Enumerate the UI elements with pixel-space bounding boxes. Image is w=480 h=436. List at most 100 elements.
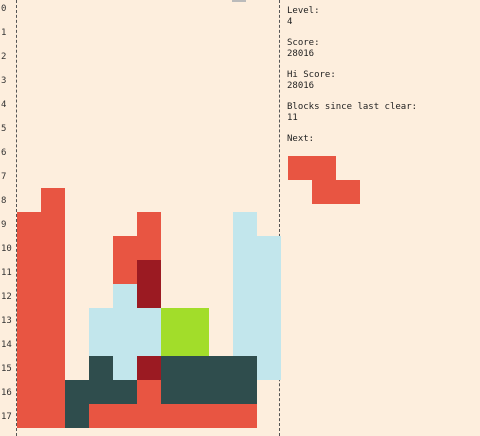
block-green bbox=[161, 332, 185, 356]
row-number: 16 bbox=[1, 388, 12, 398]
row-number: 1 bbox=[1, 28, 7, 38]
block-red bbox=[41, 380, 65, 404]
block-darkslate bbox=[89, 380, 113, 404]
block-darkslate bbox=[209, 356, 233, 380]
next-block: Next: bbox=[287, 134, 477, 145]
next-piece-preview bbox=[288, 156, 368, 212]
score-label: Score: bbox=[287, 38, 320, 48]
row-number: 17 bbox=[1, 412, 12, 422]
row-number: 3 bbox=[1, 76, 7, 86]
row-number: 8 bbox=[1, 196, 7, 206]
block-red bbox=[137, 380, 161, 404]
block-red bbox=[41, 308, 65, 332]
block-red bbox=[89, 404, 113, 428]
block-red bbox=[185, 404, 209, 428]
block-red bbox=[137, 236, 161, 260]
block-darkred bbox=[137, 356, 161, 380]
block-red bbox=[41, 284, 65, 308]
block-red bbox=[17, 260, 41, 284]
block-green bbox=[185, 308, 209, 332]
block-darkslate bbox=[233, 356, 257, 380]
block-red bbox=[161, 404, 185, 428]
block-lightblue bbox=[113, 308, 137, 332]
block-lightblue bbox=[113, 356, 137, 380]
block-lightblue bbox=[257, 308, 281, 332]
block-red bbox=[17, 308, 41, 332]
row-number: 0 bbox=[1, 4, 7, 14]
block-darkslate bbox=[185, 380, 209, 404]
block-darkslate bbox=[185, 356, 209, 380]
row-number: 14 bbox=[1, 340, 12, 350]
block-green bbox=[161, 308, 185, 332]
block-red bbox=[17, 380, 41, 404]
block-darkred bbox=[137, 260, 161, 284]
block-red bbox=[17, 284, 41, 308]
block-darkslate bbox=[65, 380, 89, 404]
block-lightblue bbox=[257, 356, 281, 380]
block-green bbox=[185, 332, 209, 356]
block-darkred bbox=[137, 284, 161, 308]
row-number: 6 bbox=[1, 148, 7, 158]
block-lightblue bbox=[257, 260, 281, 284]
block-red bbox=[41, 332, 65, 356]
row-number: 10 bbox=[1, 244, 12, 254]
row-number: 12 bbox=[1, 292, 12, 302]
block-red bbox=[41, 404, 65, 428]
block-darkslate bbox=[161, 356, 185, 380]
row-number: 9 bbox=[1, 220, 7, 230]
score-block: Score: 28016 bbox=[287, 38, 477, 60]
block-darkslate bbox=[161, 380, 185, 404]
block-lightblue bbox=[137, 332, 161, 356]
block-lightblue bbox=[233, 308, 257, 332]
block-darkslate bbox=[89, 356, 113, 380]
hiscore-label: Hi Score: bbox=[287, 70, 336, 80]
hiscore-value: 28016 bbox=[287, 81, 315, 91]
block-red bbox=[41, 188, 65, 212]
block-red bbox=[41, 356, 65, 380]
block-red bbox=[41, 260, 65, 284]
next-label: Next: bbox=[287, 134, 315, 144]
block-darkslate bbox=[209, 380, 233, 404]
row-number: 13 bbox=[1, 316, 12, 326]
next-piece-block bbox=[312, 180, 336, 204]
block-lightblue bbox=[257, 236, 281, 260]
block-lightblue bbox=[257, 332, 281, 356]
block-red bbox=[41, 236, 65, 260]
row-numbers: 0 1 2 3 4 5 6 7 8 9 10 11 12 13 14 15 16 17 bbox=[0, 0, 16, 436]
block-red bbox=[41, 212, 65, 236]
game-board bbox=[16, 0, 281, 436]
block-red bbox=[17, 236, 41, 260]
level-label: Level: bbox=[287, 6, 320, 16]
block-darkslate bbox=[65, 404, 89, 428]
score-value: 28016 bbox=[287, 49, 315, 59]
block-lightblue bbox=[233, 212, 257, 236]
next-piece-block bbox=[288, 156, 312, 180]
block-red bbox=[137, 212, 161, 236]
next-piece-block bbox=[312, 156, 336, 180]
block-red bbox=[113, 404, 137, 428]
block-lightblue bbox=[89, 332, 113, 356]
block-lightblue bbox=[113, 284, 137, 308]
block-lightblue bbox=[233, 260, 257, 284]
block-lightblue bbox=[89, 308, 113, 332]
row-number: 2 bbox=[1, 52, 7, 62]
row-number: 7 bbox=[1, 172, 7, 182]
block-lightblue bbox=[233, 236, 257, 260]
block-red bbox=[113, 236, 137, 260]
block-darkslate bbox=[113, 380, 137, 404]
level-block: Level: 4 bbox=[287, 6, 477, 28]
block-red bbox=[113, 260, 137, 284]
block-red bbox=[137, 404, 161, 428]
block-darkslate bbox=[233, 380, 257, 404]
row-number: 4 bbox=[1, 100, 7, 110]
info-panel: Level: 4 Score: 28016 Hi Score: 28016 Bl… bbox=[287, 6, 477, 155]
row-number: 15 bbox=[1, 364, 12, 374]
block-red bbox=[209, 404, 233, 428]
blocks-label: Blocks since last clear: bbox=[287, 102, 418, 112]
row-number: 5 bbox=[1, 124, 7, 134]
block-red bbox=[17, 212, 41, 236]
row-number: 11 bbox=[1, 268, 12, 278]
blocks-value: 11 bbox=[287, 113, 298, 123]
hiscore-block: Hi Score: 28016 bbox=[287, 70, 477, 92]
level-value: 4 bbox=[287, 17, 293, 27]
